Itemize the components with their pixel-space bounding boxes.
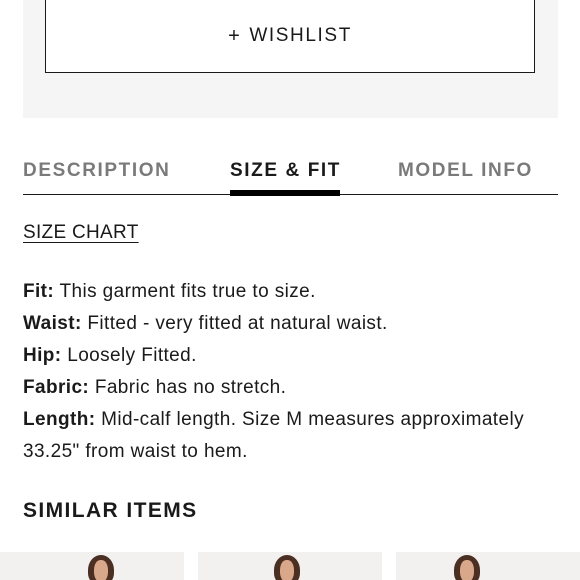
detail-value: Fitted - very fitted at natural waist. xyxy=(81,313,388,334)
tab-size-fit[interactable]: SIZE & FIT xyxy=(230,160,341,182)
detail-value: Loosely Fitted. xyxy=(61,345,197,366)
active-tab-indicator xyxy=(230,190,340,196)
model-photo-face xyxy=(280,560,294,580)
plus-icon: + xyxy=(228,24,242,47)
wishlist-button[interactable]: + WISHLIST xyxy=(45,0,535,73)
similar-item-thumbnail[interactable] xyxy=(396,552,580,580)
size-chart-link[interactable]: SIZE CHART xyxy=(23,222,139,244)
detail-label: Hip: xyxy=(23,345,62,366)
tab-model-info[interactable]: MODEL INFO xyxy=(398,160,533,182)
detail-label: Fit: xyxy=(23,281,55,302)
detail-label: Length: xyxy=(23,409,96,430)
similar-items-heading: SIMILAR ITEMS xyxy=(23,499,198,522)
detail-fit: Fit: This garment fits true to size. xyxy=(23,276,553,308)
wishlist-panel: + WISHLIST xyxy=(23,0,558,118)
detail-hip: Hip: Loosely Fitted. xyxy=(23,340,553,372)
model-photo-face xyxy=(94,560,108,580)
detail-waist: Waist: Fitted - very fitted at natural w… xyxy=(23,308,553,340)
product-tabs: DESCRIPTION SIZE & FIT MODEL INFO xyxy=(23,150,558,196)
detail-value: This garment fits true to size. xyxy=(54,281,316,302)
detail-label: Waist: xyxy=(23,313,82,334)
detail-value: Mid-calf length. Size M measures approxi… xyxy=(23,409,524,462)
detail-value: Fabric has no stretch. xyxy=(89,377,287,398)
wishlist-label: WISHLIST xyxy=(249,25,352,46)
detail-fabric: Fabric: Fabric has no stretch. xyxy=(23,372,553,404)
detail-label: Fabric: xyxy=(23,377,90,398)
similar-items-carousel xyxy=(0,552,580,580)
detail-length: Length: Mid-calf length. Size M measures… xyxy=(23,404,553,468)
size-fit-details: Fit: This garment fits true to size. Wai… xyxy=(23,276,553,468)
model-photo-face xyxy=(460,560,474,580)
tab-description[interactable]: DESCRIPTION xyxy=(23,160,170,182)
